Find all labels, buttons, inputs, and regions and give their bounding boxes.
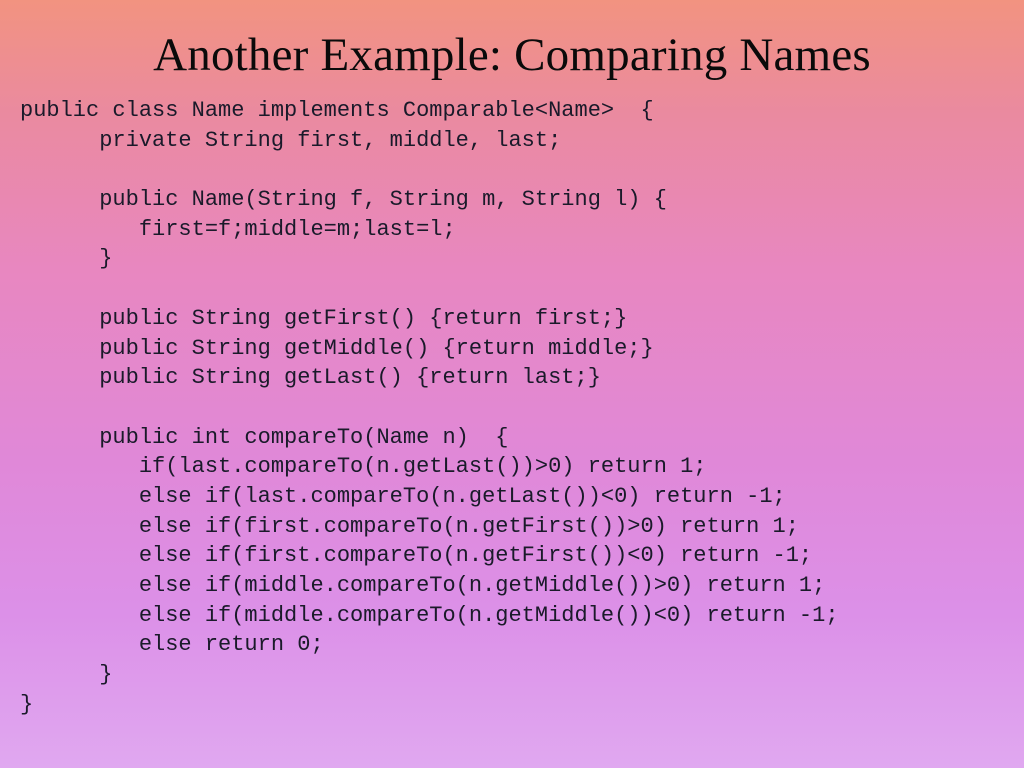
code-block: public class Name implements Comparable<… — [20, 96, 1004, 719]
slide-title: Another Example: Comparing Names — [20, 28, 1004, 82]
slide: Another Example: Comparing Names public … — [0, 0, 1024, 768]
